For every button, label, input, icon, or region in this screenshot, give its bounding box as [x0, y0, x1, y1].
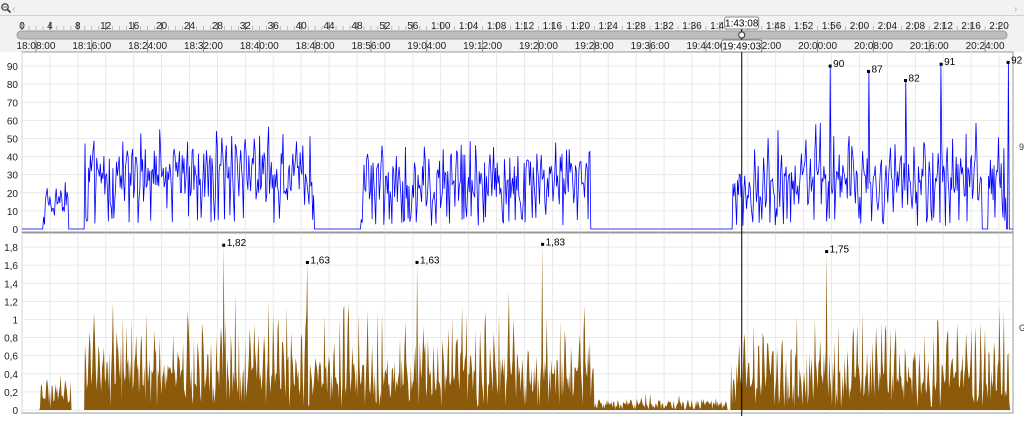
slider-thumb [738, 31, 746, 39]
time-slider-track[interactable] [16, 30, 1008, 40]
clock-tick-label: 19:12:00 [463, 41, 502, 52]
speed-right-axis-label: 9 [1019, 142, 1024, 152]
power-y-axis: 0 0,2 0,4 0,6 0,8 1 1,2 1,4 1,6 1,8 [4, 243, 18, 417]
clock-tick-label: 20:24:00 [966, 41, 1005, 52]
peak-marker [867, 69, 871, 73]
peak-marker [222, 243, 226, 247]
y-tick-label: 70 [7, 98, 19, 109]
y-tick-label: 60 [7, 116, 19, 127]
y-tick-label: 0 [12, 406, 18, 416]
clock-tick-label: 19:28:00 [575, 41, 614, 52]
chart-canvas: ‹ › 0 4 8 12 16 20 24 28 32 36 40 44 48 52 56 1:00 1:04 1… [0, 0, 1024, 417]
peak-label: 87 [872, 64, 884, 75]
speed-plot-area [21, 51, 1014, 233]
y-tick-label: 0,6 [4, 352, 18, 363]
y-tick-label: 0 [12, 225, 18, 236]
peak-label: 1,83 [546, 237, 566, 248]
clock-tick-label: 18:56:00 [351, 41, 390, 52]
y-tick-label: 0,8 [4, 334, 18, 345]
peak-marker [541, 242, 545, 246]
elapsed-tick-label: 44 [324, 21, 336, 32]
peak-label: 1,63 [420, 255, 440, 266]
peak-label: 90 [833, 59, 845, 70]
clock-tick-label: 20:00:00 [798, 41, 837, 52]
elapsed-cursor-label: 1:43:08 [725, 19, 759, 30]
clock-cursor-label: 19:49:03 [722, 42, 761, 53]
peak-marker [1006, 60, 1010, 64]
elapsed-tick-label: 48 [351, 21, 363, 32]
y-tick-label: 1 [12, 315, 18, 326]
clock-tick-label: 19:04:00 [407, 41, 446, 52]
elapsed-tick-label: 52 [379, 21, 391, 32]
elapsed-tick-label: 0 [19, 21, 25, 32]
elapsed-tick-label: 24 [184, 21, 196, 32]
time-ruler: ‹ › 0 4 8 12 16 20 24 28 32 36 40 44 48 52 56 1:00 1:04 1… [0, 0, 1024, 52]
elapsed-tick-label: 40 [296, 21, 308, 32]
y-tick-label: 0,4 [4, 370, 18, 381]
chart-window: ‹ › 0 4 8 12 16 20 24 28 32 36 40 44 48 52 56 1:00 1:04 1… [0, 0, 1024, 417]
y-tick-label: 20 [7, 189, 19, 200]
elapsed-tick-label: 16 [128, 21, 140, 32]
y-tick-label: 1,4 [4, 279, 18, 290]
speed-y-axis: 0 10 20 30 40 50 60 70 80 90 [7, 62, 19, 236]
peak-label: 1,63 [310, 255, 330, 266]
peak-marker [939, 62, 943, 66]
chevron-left-icon[interactable]: ‹ [12, 4, 15, 15]
elapsed-tick-label: 4 [47, 21, 53, 32]
peak-marker [305, 260, 309, 264]
clock-tick-label: 19:36:00 [631, 41, 670, 52]
peak-marker [415, 260, 419, 264]
y-tick-label: 40 [7, 153, 19, 164]
speed-chart: 0 10 20 30 40 50 60 70 80 90 90 87 82 91 92 9 [7, 51, 1024, 236]
clock-tick-label: 18:40:00 [240, 41, 279, 52]
clock-tick-label: 19:44:00 [686, 41, 725, 52]
peak-label: 1,75 [830, 245, 850, 256]
elapsed-tick-label: 36 [268, 21, 280, 32]
peak-label: 82 [909, 74, 921, 85]
elapsed-tick-label: 28 [212, 21, 224, 32]
y-tick-label: 90 [7, 62, 19, 73]
peak-marker [825, 250, 829, 254]
power-right-axis-label: G [1019, 323, 1024, 333]
y-tick-label: 1,6 [4, 261, 18, 272]
peak-marker [904, 79, 908, 83]
clock-tick-label: 18:08:00 [16, 41, 55, 52]
peak-label: 91 [944, 57, 956, 68]
elapsed-tick-label: 12 [100, 21, 112, 32]
elapsed-tick-label: 20 [156, 21, 168, 32]
peak-label: 92 [1011, 55, 1023, 66]
elapsed-tick-label: 32 [240, 21, 252, 32]
clock-tick-label: 18:32:00 [184, 41, 223, 52]
power-chart: 0 0,2 0,4 0,6 0,8 1 1,2 1,4 1,6 1,8 1,82 1,63 1,63 1… [4, 232, 1024, 417]
y-tick-label: 0,2 [4, 388, 18, 399]
peak-label: 1,82 [227, 238, 247, 249]
chevron-right-icon[interactable]: › [1014, 4, 1017, 15]
peak-marker [828, 64, 832, 68]
y-tick-label: 80 [7, 80, 19, 91]
clock-tick-label: 20:08:00 [854, 41, 893, 52]
clock-tick-label: 18:16:00 [72, 41, 111, 52]
y-tick-label: 30 [7, 171, 19, 182]
clock-tick-label: 19:20:00 [519, 41, 558, 52]
elapsed-tick-label: 8 [75, 21, 81, 32]
y-tick-label: 1,2 [4, 297, 18, 308]
clock-tick-label: 18:24:00 [128, 41, 167, 52]
y-tick-label: 1,8 [4, 243, 18, 254]
y-tick-label: 10 [7, 207, 19, 218]
y-tick-label: 50 [7, 134, 19, 145]
clock-tick-label: 20:16:00 [910, 41, 949, 52]
elapsed-tick-label: 56 [407, 21, 419, 32]
clock-tick-label: 18:48:00 [296, 41, 335, 52]
